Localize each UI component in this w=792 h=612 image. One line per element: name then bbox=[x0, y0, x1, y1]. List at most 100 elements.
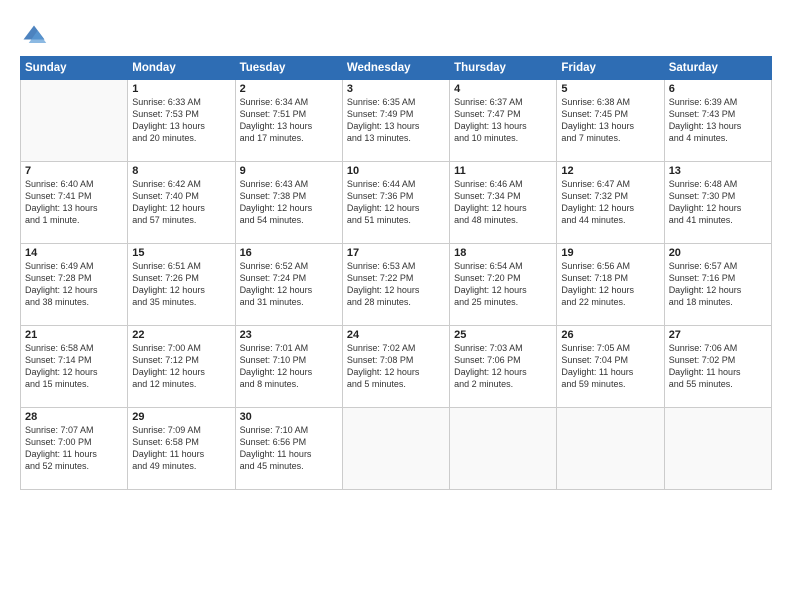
day-number: 19 bbox=[561, 247, 659, 259]
day-number: 10 bbox=[347, 165, 445, 177]
day-number: 14 bbox=[25, 247, 123, 259]
calendar-cell-w2d4: 18Sunrise: 6:54 AMSunset: 7:20 PMDayligh… bbox=[450, 244, 557, 326]
day-number: 2 bbox=[240, 83, 338, 95]
day-number: 25 bbox=[454, 329, 552, 341]
calendar-cell-w1d5: 12Sunrise: 6:47 AMSunset: 7:32 PMDayligh… bbox=[557, 162, 664, 244]
logo-icon bbox=[20, 22, 48, 50]
cell-text: Sunrise: 6:58 AMSunset: 7:14 PMDaylight:… bbox=[25, 342, 123, 391]
weekday-header-wednesday: Wednesday bbox=[342, 57, 449, 80]
calendar-cell-w3d0: 21Sunrise: 6:58 AMSunset: 7:14 PMDayligh… bbox=[21, 326, 128, 408]
day-number: 5 bbox=[561, 83, 659, 95]
day-number: 27 bbox=[669, 329, 767, 341]
calendar-cell-w1d4: 11Sunrise: 6:46 AMSunset: 7:34 PMDayligh… bbox=[450, 162, 557, 244]
cell-text: Sunrise: 7:10 AMSunset: 6:56 PMDaylight:… bbox=[240, 424, 338, 473]
weekday-header-friday: Friday bbox=[557, 57, 664, 80]
weekday-header-thursday: Thursday bbox=[450, 57, 557, 80]
cell-text: Sunrise: 7:01 AMSunset: 7:10 PMDaylight:… bbox=[240, 342, 338, 391]
cell-text: Sunrise: 6:46 AMSunset: 7:34 PMDaylight:… bbox=[454, 178, 552, 227]
day-number: 21 bbox=[25, 329, 123, 341]
calendar-cell-w0d3: 3Sunrise: 6:35 AMSunset: 7:49 PMDaylight… bbox=[342, 80, 449, 162]
calendar-cell-w4d6 bbox=[664, 408, 771, 490]
cell-text: Sunrise: 6:48 AMSunset: 7:30 PMDaylight:… bbox=[669, 178, 767, 227]
calendar-cell-w1d0: 7Sunrise: 6:40 AMSunset: 7:41 PMDaylight… bbox=[21, 162, 128, 244]
cell-text: Sunrise: 7:07 AMSunset: 7:00 PMDaylight:… bbox=[25, 424, 123, 473]
calendar-cell-w2d1: 15Sunrise: 6:51 AMSunset: 7:26 PMDayligh… bbox=[128, 244, 235, 326]
calendar-cell-w4d0: 28Sunrise: 7:07 AMSunset: 7:00 PMDayligh… bbox=[21, 408, 128, 490]
day-number: 29 bbox=[132, 411, 230, 423]
calendar-cell-w0d1: 1Sunrise: 6:33 AMSunset: 7:53 PMDaylight… bbox=[128, 80, 235, 162]
cell-text: Sunrise: 7:09 AMSunset: 6:58 PMDaylight:… bbox=[132, 424, 230, 473]
calendar-cell-w2d2: 16Sunrise: 6:52 AMSunset: 7:24 PMDayligh… bbox=[235, 244, 342, 326]
calendar-cell-w3d6: 27Sunrise: 7:06 AMSunset: 7:02 PMDayligh… bbox=[664, 326, 771, 408]
calendar-cell-w0d0 bbox=[21, 80, 128, 162]
calendar-cell-w1d2: 9Sunrise: 6:43 AMSunset: 7:38 PMDaylight… bbox=[235, 162, 342, 244]
calendar-cell-w0d4: 4Sunrise: 6:37 AMSunset: 7:47 PMDaylight… bbox=[450, 80, 557, 162]
day-number: 6 bbox=[669, 83, 767, 95]
calendar-cell-w1d6: 13Sunrise: 6:48 AMSunset: 7:30 PMDayligh… bbox=[664, 162, 771, 244]
cell-text: Sunrise: 6:35 AMSunset: 7:49 PMDaylight:… bbox=[347, 96, 445, 145]
day-number: 7 bbox=[25, 165, 123, 177]
day-number: 16 bbox=[240, 247, 338, 259]
day-number: 15 bbox=[132, 247, 230, 259]
cell-text: Sunrise: 7:03 AMSunset: 7:06 PMDaylight:… bbox=[454, 342, 552, 391]
calendar-cell-w4d5 bbox=[557, 408, 664, 490]
day-number: 30 bbox=[240, 411, 338, 423]
cell-text: Sunrise: 7:06 AMSunset: 7:02 PMDaylight:… bbox=[669, 342, 767, 391]
calendar-cell-w0d6: 6Sunrise: 6:39 AMSunset: 7:43 PMDaylight… bbox=[664, 80, 771, 162]
cell-text: Sunrise: 6:34 AMSunset: 7:51 PMDaylight:… bbox=[240, 96, 338, 145]
cell-text: Sunrise: 6:40 AMSunset: 7:41 PMDaylight:… bbox=[25, 178, 123, 227]
day-number: 22 bbox=[132, 329, 230, 341]
day-number: 20 bbox=[669, 247, 767, 259]
calendar-cell-w3d3: 24Sunrise: 7:02 AMSunset: 7:08 PMDayligh… bbox=[342, 326, 449, 408]
cell-text: Sunrise: 6:49 AMSunset: 7:28 PMDaylight:… bbox=[25, 260, 123, 309]
day-number: 3 bbox=[347, 83, 445, 95]
cell-text: Sunrise: 6:54 AMSunset: 7:20 PMDaylight:… bbox=[454, 260, 552, 309]
weekday-header-saturday: Saturday bbox=[664, 57, 771, 80]
day-number: 17 bbox=[347, 247, 445, 259]
cell-text: Sunrise: 6:38 AMSunset: 7:45 PMDaylight:… bbox=[561, 96, 659, 145]
weekday-header-sunday: Sunday bbox=[21, 57, 128, 80]
cell-text: Sunrise: 6:52 AMSunset: 7:24 PMDaylight:… bbox=[240, 260, 338, 309]
calendar-cell-w1d1: 8Sunrise: 6:42 AMSunset: 7:40 PMDaylight… bbox=[128, 162, 235, 244]
calendar-cell-w4d1: 29Sunrise: 7:09 AMSunset: 6:58 PMDayligh… bbox=[128, 408, 235, 490]
cell-text: Sunrise: 6:51 AMSunset: 7:26 PMDaylight:… bbox=[132, 260, 230, 309]
day-number: 1 bbox=[132, 83, 230, 95]
day-number: 4 bbox=[454, 83, 552, 95]
calendar-cell-w1d3: 10Sunrise: 6:44 AMSunset: 7:36 PMDayligh… bbox=[342, 162, 449, 244]
day-number: 9 bbox=[240, 165, 338, 177]
calendar-cell-w4d2: 30Sunrise: 7:10 AMSunset: 6:56 PMDayligh… bbox=[235, 408, 342, 490]
calendar-cell-w3d5: 26Sunrise: 7:05 AMSunset: 7:04 PMDayligh… bbox=[557, 326, 664, 408]
calendar-cell-w2d6: 20Sunrise: 6:57 AMSunset: 7:16 PMDayligh… bbox=[664, 244, 771, 326]
day-number: 26 bbox=[561, 329, 659, 341]
calendar-cell-w0d5: 5Sunrise: 6:38 AMSunset: 7:45 PMDaylight… bbox=[557, 80, 664, 162]
day-number: 18 bbox=[454, 247, 552, 259]
cell-text: Sunrise: 6:57 AMSunset: 7:16 PMDaylight:… bbox=[669, 260, 767, 309]
cell-text: Sunrise: 6:33 AMSunset: 7:53 PMDaylight:… bbox=[132, 96, 230, 145]
cell-text: Sunrise: 7:00 AMSunset: 7:12 PMDaylight:… bbox=[132, 342, 230, 391]
calendar-cell-w2d0: 14Sunrise: 6:49 AMSunset: 7:28 PMDayligh… bbox=[21, 244, 128, 326]
cell-text: Sunrise: 6:37 AMSunset: 7:47 PMDaylight:… bbox=[454, 96, 552, 145]
cell-text: Sunrise: 6:53 AMSunset: 7:22 PMDaylight:… bbox=[347, 260, 445, 309]
cell-text: Sunrise: 6:39 AMSunset: 7:43 PMDaylight:… bbox=[669, 96, 767, 145]
calendar-table: SundayMondayTuesdayWednesdayThursdayFrid… bbox=[20, 56, 772, 490]
day-number: 8 bbox=[132, 165, 230, 177]
day-number: 13 bbox=[669, 165, 767, 177]
cell-text: Sunrise: 7:05 AMSunset: 7:04 PMDaylight:… bbox=[561, 342, 659, 391]
calendar-cell-w0d2: 2Sunrise: 6:34 AMSunset: 7:51 PMDaylight… bbox=[235, 80, 342, 162]
cell-text: Sunrise: 6:42 AMSunset: 7:40 PMDaylight:… bbox=[132, 178, 230, 227]
calendar-cell-w2d3: 17Sunrise: 6:53 AMSunset: 7:22 PMDayligh… bbox=[342, 244, 449, 326]
cell-text: Sunrise: 6:56 AMSunset: 7:18 PMDaylight:… bbox=[561, 260, 659, 309]
weekday-header-tuesday: Tuesday bbox=[235, 57, 342, 80]
day-number: 11 bbox=[454, 165, 552, 177]
day-number: 12 bbox=[561, 165, 659, 177]
cell-text: Sunrise: 7:02 AMSunset: 7:08 PMDaylight:… bbox=[347, 342, 445, 391]
day-number: 28 bbox=[25, 411, 123, 423]
weekday-header-monday: Monday bbox=[128, 57, 235, 80]
calendar-cell-w2d5: 19Sunrise: 6:56 AMSunset: 7:18 PMDayligh… bbox=[557, 244, 664, 326]
calendar-cell-w4d4 bbox=[450, 408, 557, 490]
day-number: 24 bbox=[347, 329, 445, 341]
calendar-cell-w3d4: 25Sunrise: 7:03 AMSunset: 7:06 PMDayligh… bbox=[450, 326, 557, 408]
logo bbox=[20, 22, 50, 50]
cell-text: Sunrise: 6:47 AMSunset: 7:32 PMDaylight:… bbox=[561, 178, 659, 227]
day-number: 23 bbox=[240, 329, 338, 341]
